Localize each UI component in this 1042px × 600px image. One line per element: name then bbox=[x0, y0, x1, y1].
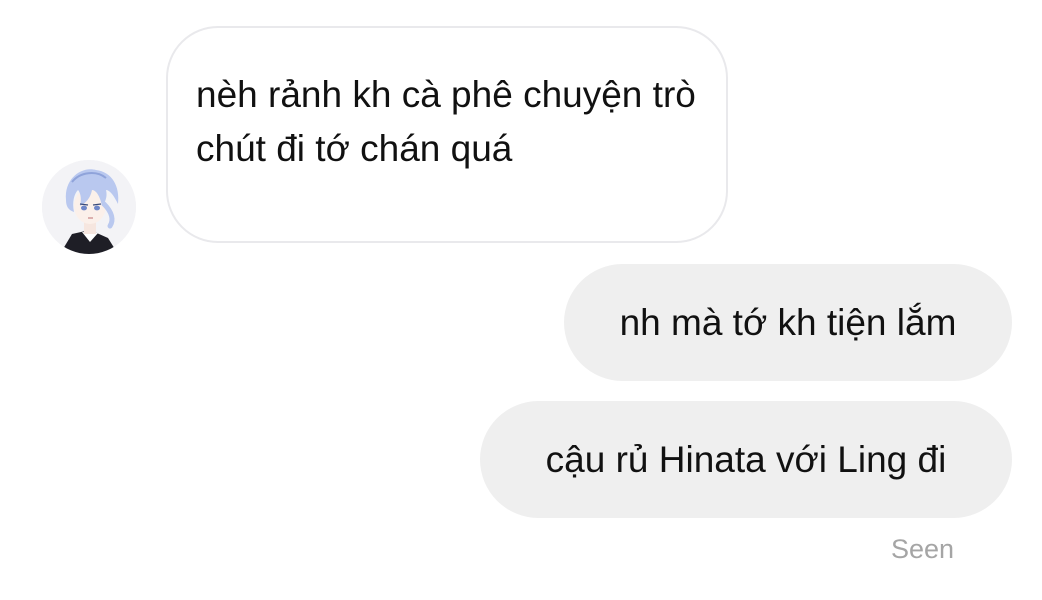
incoming-message-text: nèh rảnh kh cà phê chuyện trò chút đi tớ… bbox=[196, 74, 696, 169]
seen-status: Seen bbox=[890, 534, 954, 564]
avatar[interactable] bbox=[42, 160, 136, 254]
chat-thread: nèh rảnh kh cà phê chuyện trò chút đi tớ… bbox=[0, 0, 1042, 600]
outgoing-message-bubble[interactable]: cậu rủ Hinata với Ling đi bbox=[480, 401, 1012, 518]
outgoing-message-text: cậu rủ Hinata với Ling đi bbox=[545, 438, 947, 480]
anime-avatar-icon bbox=[42, 160, 136, 254]
outgoing-message-bubble[interactable]: nh mà tớ kh tiện lắm bbox=[564, 264, 1012, 381]
outgoing-message-text: nh mà tớ kh tiện lắm bbox=[619, 301, 957, 343]
incoming-message-bubble[interactable]: nèh rảnh kh cà phê chuyện trò chút đi tớ… bbox=[166, 26, 728, 243]
